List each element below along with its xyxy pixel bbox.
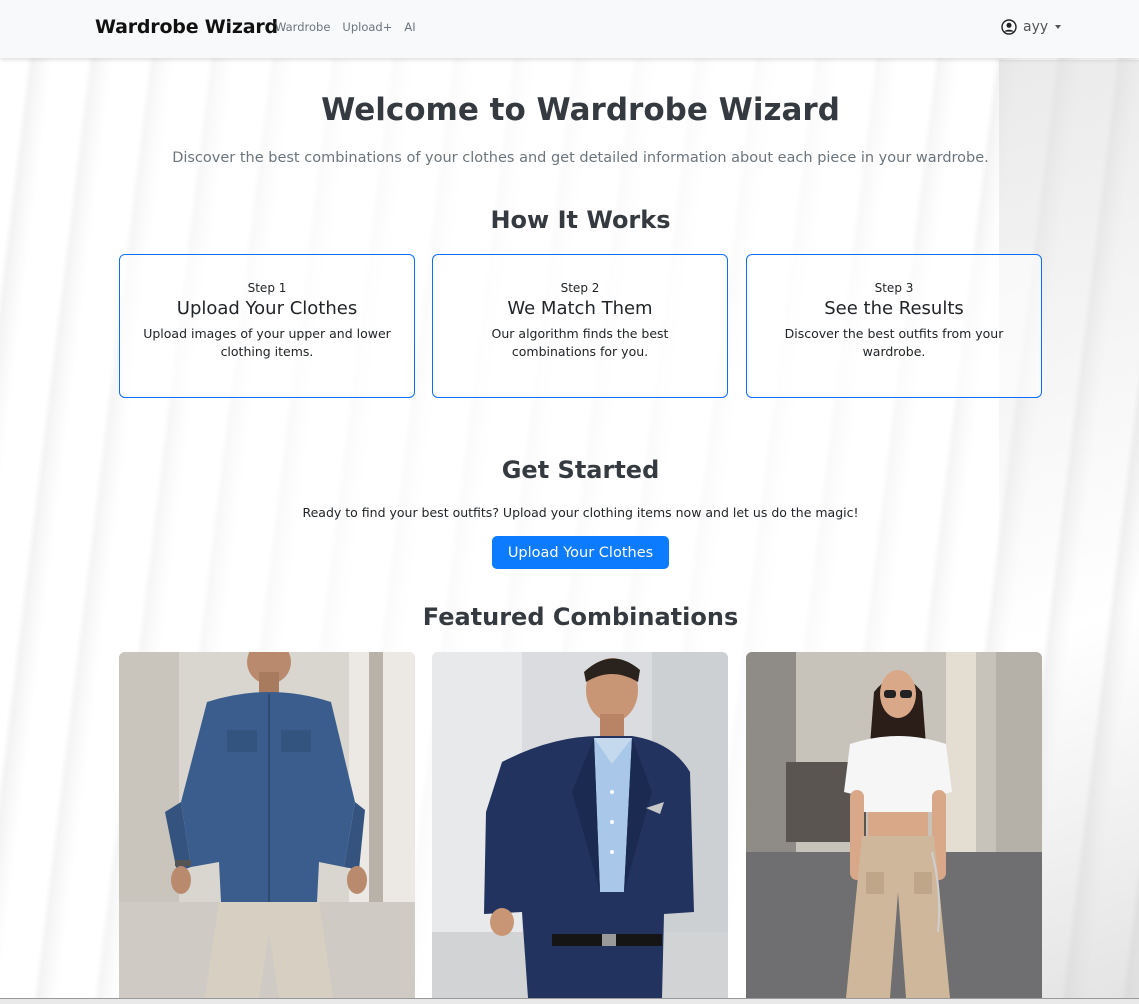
step-card-2: Step 2 We Match Them Our algorithm finds… — [432, 254, 728, 398]
nav-links: Wardrobe Upload+ AI — [275, 20, 416, 34]
user-name: ayy — [1023, 19, 1049, 35]
how-it-works-title: How It Works — [490, 206, 671, 234]
nav-link-ai[interactable]: AI — [404, 20, 415, 34]
featured-photo-crop-top-outfit[interactable] — [746, 652, 1042, 998]
nav-link-wardrobe[interactable]: Wardrobe — [275, 20, 330, 34]
step-text: Upload images of your upper and lower cl… — [143, 326, 391, 359]
main-content: Welcome to Wardrobe Wizard Discover the … — [0, 0, 1139, 1004]
featured-combinations-title: Featured Combinations — [422, 603, 739, 631]
step-text: Discover the best outfits from your ward… — [784, 326, 1004, 359]
navbar: Wardrobe Wizard Wardrobe Upload+ AI ayy — [0, 0, 1139, 58]
step-title: See the Results — [824, 298, 964, 319]
get-started-title: Get Started — [501, 456, 660, 484]
user-circle-icon — [1001, 19, 1017, 35]
step-label: Step 2 — [560, 281, 600, 295]
step-label: Step 3 — [874, 281, 914, 295]
upload-clothes-button[interactable]: Upload Your Clothes — [492, 536, 669, 569]
featured-photo-navy-suit[interactable] — [432, 652, 728, 998]
hero-title: Welcome to Wardrobe Wizard — [321, 92, 840, 128]
get-started-text: Ready to find your best outfits? Upload … — [302, 505, 859, 520]
window-bottom-edge — [0, 998, 1139, 1004]
step-card-3: Step 3 See the Results Discover the best… — [746, 254, 1042, 398]
step-card-1: Step 1 Upload Your Clothes Upload images… — [119, 254, 415, 398]
step-title: Upload Your Clothes — [176, 298, 358, 319]
nav-link-upload[interactable]: Upload+ — [342, 20, 392, 34]
step-title: We Match Them — [507, 298, 653, 319]
hero-subtitle: Discover the best combinations of your c… — [172, 150, 989, 166]
caret-down-icon — [1055, 25, 1062, 29]
step-label: Step 1 — [247, 281, 287, 295]
step-text: Our algorithm finds the best combination… — [491, 326, 669, 359]
user-menu-dropdown[interactable]: ayy — [1001, 19, 1062, 35]
brand-logo[interactable]: Wardrobe Wizard — [95, 16, 278, 38]
featured-photo-denim-outfit[interactable] — [119, 652, 415, 998]
